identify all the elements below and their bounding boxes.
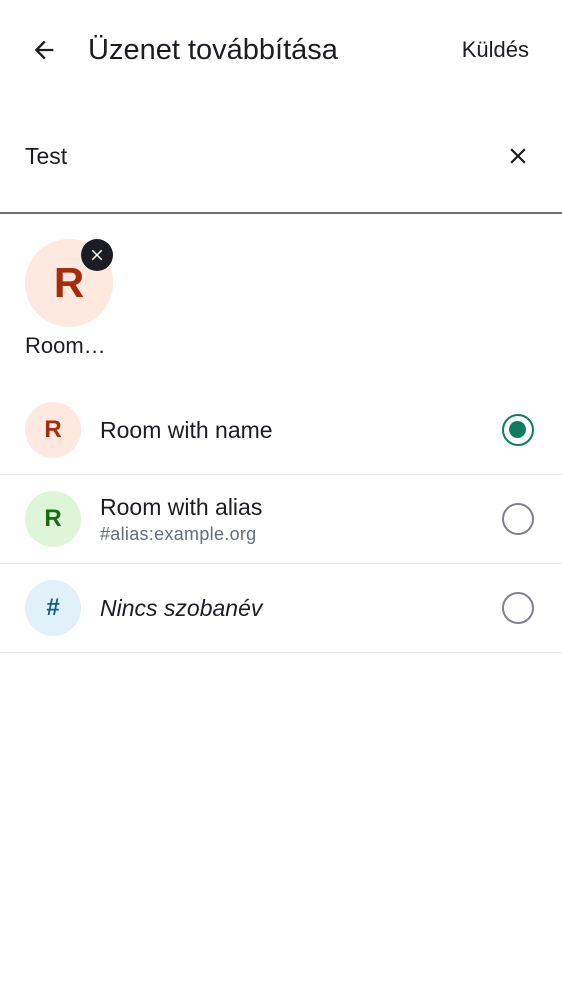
room-text: Room with alias #alias:example.org (100, 475, 262, 563)
selected-room-label: Room… (25, 333, 106, 358)
room-row-room-with-alias[interactable]: R Room with alias #alias:example.org (0, 475, 562, 564)
page-title: Üzenet továbbítása (88, 34, 338, 66)
room-radio-button[interactable] (502, 503, 534, 535)
top-app-bar: Üzenet továbbítása Küldés (0, 0, 562, 100)
send-button[interactable]: Küldés (462, 32, 529, 68)
selected-room-chip: R Room… (25, 239, 135, 361)
clear-search-button[interactable] (498, 136, 538, 176)
back-button[interactable] (22, 28, 66, 72)
room-list: R Room with name R Room with alias #alia… (0, 386, 562, 653)
room-text: Room with name (100, 386, 273, 474)
close-icon (91, 249, 103, 261)
close-icon (510, 148, 526, 164)
room-title: Room with alias (100, 494, 263, 520)
room-radio-button[interactable] (502, 414, 534, 446)
search-input[interactable] (25, 136, 465, 176)
remove-selected-room-button[interactable] (81, 239, 113, 271)
avatar: R (25, 491, 81, 547)
room-text: Nincs szobanév (100, 564, 262, 652)
room-title: Room with name (100, 417, 273, 443)
forward-message-screen: Üzenet továbbítása Küldés R Room… R Room (0, 0, 562, 1000)
room-title: Nincs szobanév (100, 595, 263, 621)
room-row-room-with-name[interactable]: R Room with name (0, 386, 562, 475)
room-row-no-name[interactable]: # Nincs szobanév (0, 564, 562, 653)
avatar: # (25, 580, 81, 636)
room-alias: #alias:example.org (100, 524, 257, 544)
selected-rooms: R Room… (0, 214, 562, 384)
room-radio-button[interactable] (502, 592, 534, 624)
search-bar (0, 114, 562, 214)
avatar: R (25, 402, 81, 458)
arrow-left-icon (34, 40, 54, 60)
